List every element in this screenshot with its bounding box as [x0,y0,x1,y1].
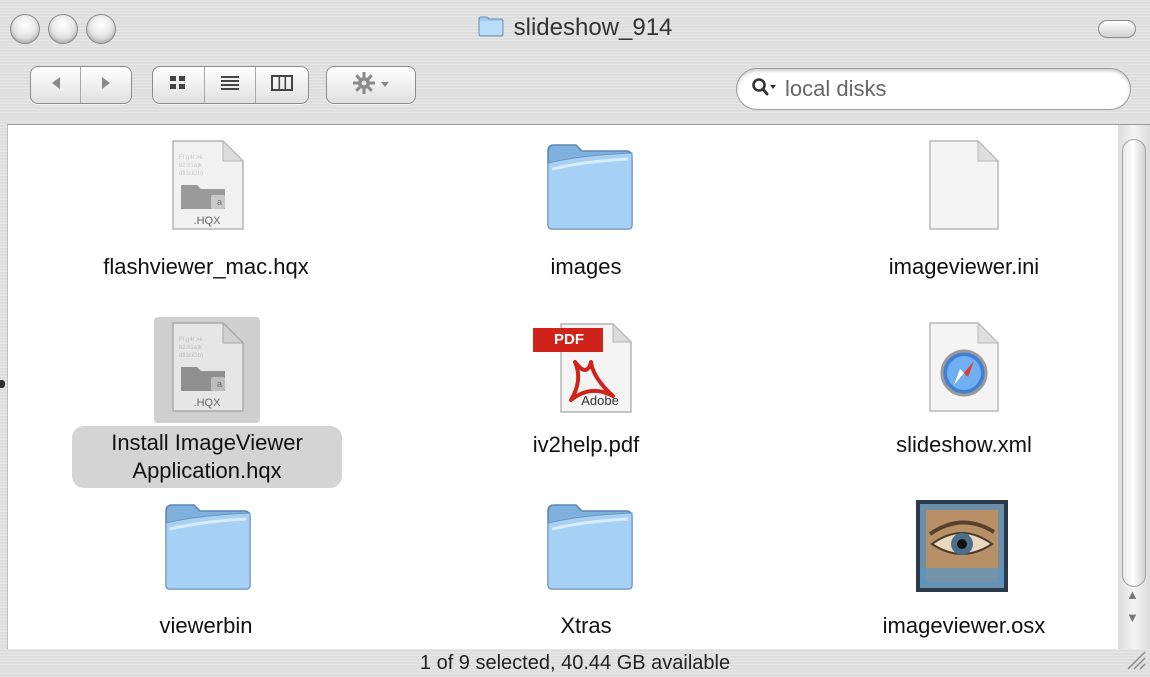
svg-text:dfl1ciGb): dfl1ciGb) [179,171,203,177]
file-item-label[interactable]: slideshow.xml [814,431,1114,459]
svg-text:b2:l!1a)k: b2:l!1a)k [179,345,203,351]
svg-text:a: a [217,379,222,389]
file-item-label[interactable]: imageviewer.ini [814,253,1114,281]
icon-view-button[interactable] [153,67,205,103]
blank-document-icon [924,139,1002,238]
list-view-button[interactable] [205,67,257,103]
status-bar: 1 of 9 selected, 40.44 GB available [0,649,1150,677]
toolbar-toggle-button[interactable] [1098,20,1136,38]
forward-button[interactable] [81,67,131,103]
hqx-badge-text: .HQX [193,215,221,227]
chevron-down-icon [380,76,390,94]
scroll-up-arrow-icon[interactable]: ▲ [1126,587,1139,603]
folder-item-icon[interactable] [540,140,640,236]
svg-text:a: a [217,197,222,207]
status-text: 1 of 9 selected, 40.44 GB available [419,652,731,674]
navigation-segment [30,66,132,104]
svg-text:dfl1ciGb): dfl1ciGb) [179,353,203,359]
back-button[interactable] [31,67,82,103]
folder-item-icon[interactable] [540,500,640,596]
title-bar[interactable]: slideshow_914 [0,0,1150,58]
list-view-icon [220,75,240,96]
file-item-label[interactable]: images [436,253,736,281]
folder-icon [160,499,256,598]
safari-document-icon [924,321,1002,420]
file-item-label[interactable]: imageviewer.osx [814,612,1114,640]
file-item-label[interactable]: iv2help.pdf [436,431,736,459]
gear-icon [352,71,376,100]
scroll-down-arrow-icon[interactable]: ▼ [1126,610,1139,626]
file-item-label[interactable]: Xtras [436,612,736,640]
folder-icon [478,15,504,42]
file-label-line: Application.hqx [132,458,282,483]
finder-window: slideshow_914 local disks Ff,g4!:>k b2:l… [0,0,1150,677]
file-item-icon[interactable] [912,498,1012,599]
application-eye-icon [914,498,1010,599]
file-item-label[interactable]: flashviewer_mac.hqx [0,253,412,281]
file-label-line: Install ImageViewer [111,430,303,455]
back-arrow-icon [49,76,63,95]
adobe-brand-text: Adobe [581,393,619,408]
action-menu-segment [326,66,416,104]
forward-arrow-icon [99,76,113,95]
hqx-badge-text: .HQX [193,397,221,409]
svg-text:b2:l!1a)k: b2:l!1a)k [179,163,203,169]
vertical-scrollbar[interactable]: ▲ ▼ [1118,124,1150,649]
search-icon[interactable] [751,77,777,102]
window-title: slideshow_914 [513,14,673,41]
toolbar [0,58,1150,124]
window-edge-handle [0,380,5,388]
folder-icon [542,139,638,238]
window-title-area: slideshow_914 [0,14,1150,42]
scrollbar-thumb[interactable] [1122,139,1146,587]
search-field[interactable] [736,68,1131,110]
view-mode-segment [152,66,309,104]
file-item-label-selected[interactable]: Install ImageViewer Application.hqx [72,426,342,488]
resize-grip-icon[interactable] [1124,648,1146,675]
column-view-icon [271,74,294,96]
column-view-button[interactable] [256,67,308,103]
icon-view-icon [169,75,187,96]
folder-item-icon[interactable] [158,500,258,596]
action-menu-button[interactable] [327,67,415,103]
file-item-icon[interactable] [922,321,1004,420]
pdf-badge-text: PDF [554,331,584,348]
svg-text:Ff,g4!:>k: Ff,g4!:>k [179,155,204,161]
folder-icon [542,499,638,598]
file-item-icon[interactable] [922,139,1004,238]
file-item-label[interactable]: viewerbin [56,612,356,640]
svg-text:Ff,g4!:>k: Ff,g4!:>k [179,337,204,343]
search-input[interactable] [783,75,1103,103]
